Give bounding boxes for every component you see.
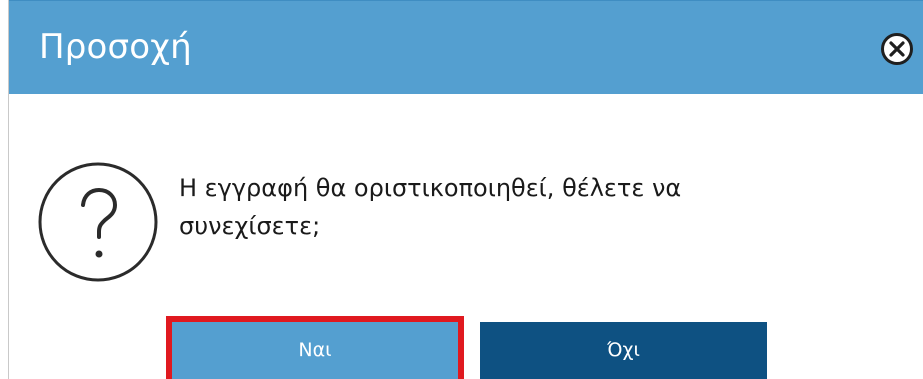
background-edge — [0, 0, 8, 379]
confirmation-dialog: Προσοχή Η εγγραφή θα οριστικοποιηθεί, θέ… — [8, 0, 923, 379]
dialog-title-bar: Προσοχή — [9, 0, 923, 94]
yes-button[interactable]: Ναι — [166, 316, 464, 379]
dialog-message-line-2: συνεχίσετε; — [179, 212, 321, 240]
close-button[interactable] — [880, 32, 914, 66]
question-icon — [33, 156, 165, 288]
close-icon — [881, 33, 913, 65]
dialog-message: Η εγγραφή θα οριστικοποιηθεί, θέλετε να … — [179, 169, 879, 245]
no-button[interactable]: Όχι — [480, 322, 767, 379]
dialog-title: Προσοχή — [39, 27, 192, 67]
dialog-message-line-1: Η εγγραφή θα οριστικοποιηθεί, θέλετε να — [179, 174, 682, 202]
